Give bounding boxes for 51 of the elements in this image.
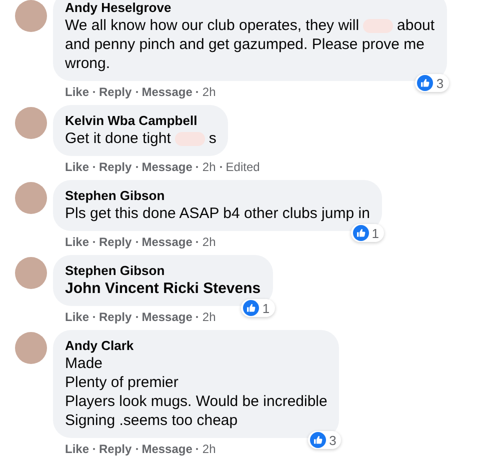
comment-text: Pls get this done ASAP b4 other clubs jump in (65, 204, 370, 223)
comment-action-link[interactable]: Like (65, 235, 90, 249)
comment-action-link[interactable]: Like (65, 310, 90, 324)
avatar-photo-placeholder[interactable] (15, 107, 47, 139)
comment-text: Players look mugs. Would be incredible (65, 392, 328, 411)
comment-action-link[interactable]: Like (65, 442, 90, 456)
reaction-badge[interactable]: 1 (241, 299, 275, 317)
thumbs-up-icon (310, 432, 326, 448)
comment-action-link[interactable]: Message (142, 160, 192, 174)
comment-action-link[interactable]: Like (65, 85, 90, 99)
comment-text: wrong. (65, 54, 110, 73)
thumbs-up-icon (352, 225, 369, 241)
comment-text: Get it done tight (65, 129, 171, 148)
comment-action-link[interactable]: Reply (99, 442, 132, 456)
comment-action-link[interactable]: Message (142, 85, 192, 99)
reaction-badge[interactable]: 1 (350, 224, 384, 242)
comment-action-link[interactable]: Like (65, 160, 90, 174)
comment-text: Plenty of premier (65, 373, 178, 392)
avatar-photo-placeholder[interactable] (15, 182, 47, 214)
comment-action-link[interactable]: Reply (99, 310, 132, 324)
comment-text: Made (65, 354, 103, 373)
comment-action-link[interactable]: Message (142, 442, 192, 456)
author-name[interactable]: Andy Heselgrove (65, 0, 435, 16)
reaction-badge[interactable]: 3 (308, 431, 342, 449)
avatar-photo-placeholder[interactable] (15, 332, 47, 364)
thumbs-up-icon (243, 300, 260, 316)
author-name[interactable]: Stephen Gibson (65, 188, 370, 204)
comment-time[interactable]: 2h (202, 160, 216, 174)
avatar-photo-placeholder[interactable] (15, 257, 47, 289)
comment-action-link[interactable]: Message (142, 310, 192, 324)
comment-text: s (208, 129, 216, 148)
comment-time[interactable]: 2h (202, 442, 216, 456)
comment-text: and penny pinch and get gazumped. Please prove me (65, 35, 424, 54)
author-name[interactable]: Stephen Gibson (65, 263, 261, 279)
thumbs-up-icon (417, 75, 434, 91)
comment-text: We all know how our club operates, they will (65, 16, 360, 35)
comment-action-link[interactable]: Reply (99, 235, 132, 249)
comment-action-link[interactable]: Message (142, 235, 192, 249)
reaction-badge[interactable]: 3 (415, 74, 449, 92)
edited-label: Edited (226, 160, 260, 174)
mention-link[interactable]: John Vincent Ricki Stevens (65, 279, 261, 298)
comment-time[interactable]: 2h (202, 235, 216, 249)
comment-action-link[interactable]: Reply (99, 160, 132, 174)
avatar-photo-placeholder[interactable] (15, 0, 47, 32)
comment-text: about (397, 16, 435, 35)
comment-action-link[interactable]: Reply (99, 85, 132, 99)
author-name[interactable]: Kelvin Wba Campbell (65, 113, 216, 129)
comment-text: Signing .seems too cheap (65, 411, 238, 430)
comment-time[interactable]: 2h (202, 85, 216, 99)
author-name[interactable]: Andy Clark (65, 338, 328, 354)
comment-time[interactable]: 2h (202, 310, 216, 324)
